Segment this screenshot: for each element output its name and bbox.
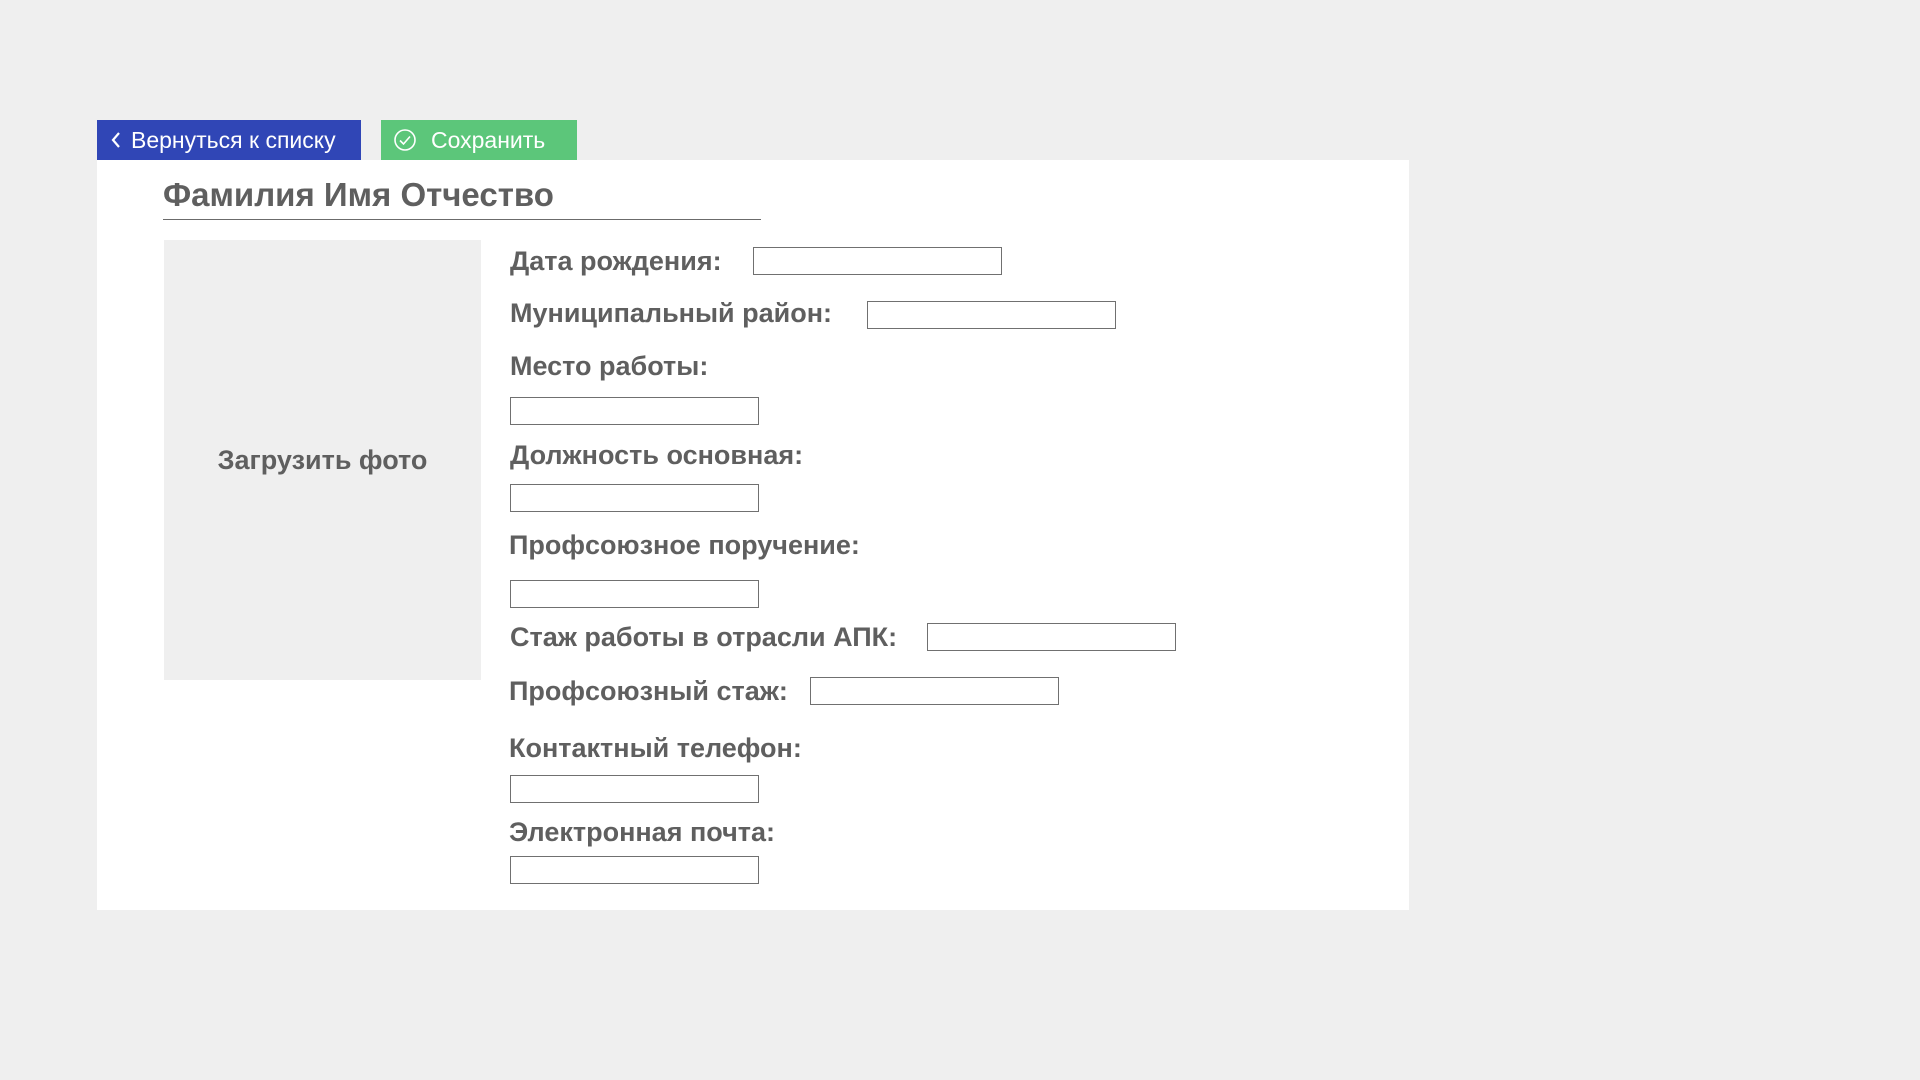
birth-date-label: Дата рождения: bbox=[510, 246, 722, 276]
union-duty-field[interactable] bbox=[510, 580, 759, 608]
district-field[interactable] bbox=[867, 301, 1116, 329]
workplace-label: Место работы: bbox=[510, 351, 709, 381]
save-button-label: Сохранить bbox=[431, 126, 546, 153]
apk-experience-label: Стаж работы в отрасли АПК: bbox=[510, 622, 898, 652]
profile-card: Фамилия Имя Отчество Загрузить фото Дата… bbox=[97, 160, 1409, 910]
save-button[interactable]: Сохранить bbox=[381, 120, 577, 160]
page-title: Фамилия Имя Отчество bbox=[163, 178, 761, 220]
phone-field[interactable] bbox=[510, 775, 759, 803]
email-field[interactable] bbox=[510, 856, 759, 884]
district-label: Муниципальный район: bbox=[510, 298, 833, 328]
back-to-list-button[interactable]: Вернуться к списку bbox=[97, 120, 361, 160]
back-button-label: Вернуться к списку bbox=[131, 126, 336, 153]
union-experience-field[interactable] bbox=[810, 677, 1059, 705]
email-label: Электронная почта: bbox=[509, 817, 775, 847]
union-duty-label: Профсоюзное поручение: bbox=[509, 530, 860, 560]
upload-photo-area[interactable]: Загрузить фото bbox=[164, 240, 481, 680]
chevron-left-icon bbox=[109, 130, 123, 150]
phone-label: Контактный телефон: bbox=[509, 733, 802, 763]
workplace-field[interactable] bbox=[510, 397, 759, 425]
union-experience-label: Профсоюзный стаж: bbox=[509, 676, 788, 706]
position-label: Должность основная: bbox=[510, 440, 804, 470]
apk-experience-field[interactable] bbox=[927, 623, 1176, 651]
position-field[interactable] bbox=[510, 484, 759, 512]
birth-date-field[interactable] bbox=[753, 247, 1002, 275]
check-circle-icon bbox=[393, 128, 417, 152]
upload-photo-label: Загрузить фото bbox=[217, 444, 428, 475]
